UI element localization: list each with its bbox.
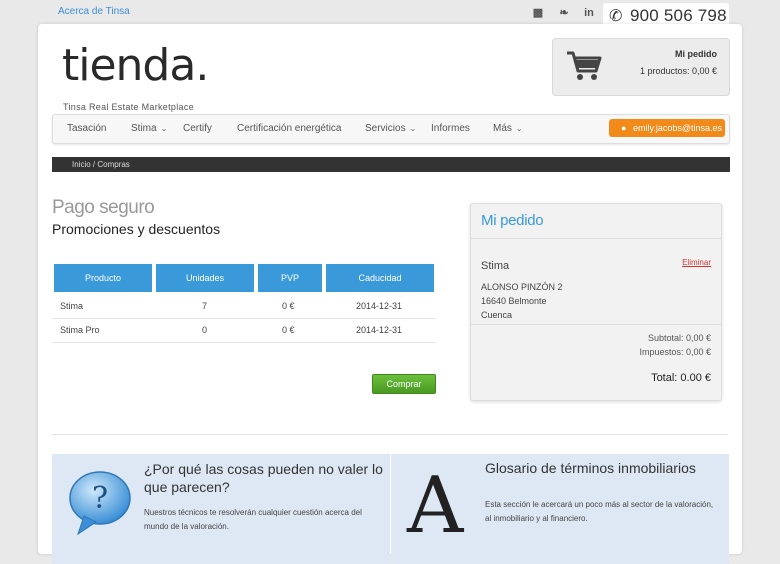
linkedin-icon[interactable]: in: [581, 6, 597, 20]
phone-number: 900 506 798: [630, 6, 727, 25]
order-product-name: Stima: [481, 260, 510, 272]
glossary-letter-icon: A: [407, 461, 464, 551]
chevron-down-icon: ⌄: [409, 124, 417, 133]
nav-servicios[interactable]: Servicios ⌄: [365, 123, 416, 134]
user-icon: ●: [621, 123, 627, 133]
divider: [471, 238, 721, 239]
nav-stima[interactable]: Stima ⌄: [131, 123, 167, 134]
address-line: ALONSO PINZÓN 2: [481, 282, 563, 292]
address-line: 16640 Belmonte: [481, 296, 547, 306]
svg-text:?: ?: [92, 481, 108, 516]
cell-producto: Stima Pro: [60, 325, 100, 335]
glossary-title: Glosario de términos inmobiliarios: [485, 460, 696, 476]
about-tinsa-link[interactable]: Acerca de Tinsa: [58, 6, 130, 17]
divider: [52, 434, 728, 435]
logo-word: tienda.: [62, 40, 209, 91]
nav-certify[interactable]: Certify: [183, 123, 212, 134]
address-line: Cuenca: [481, 310, 513, 320]
nav-certificacion-energetica[interactable]: Certificación energética: [237, 123, 342, 134]
faq-title: ¿Por qué las cosas pueden no valer lo qu…: [144, 461, 383, 495]
order-subtotal: Subtotal: 0,00 €: [647, 333, 711, 343]
order-address: ALONSO PINZÓN 2 16640 Belmonte Cuenca: [481, 280, 563, 322]
top-bar: Acerca de Tinsa ▩ ❧ in ✆ 900 506 798: [0, 0, 780, 27]
cell-producto: Stima: [60, 301, 84, 311]
column-header-producto: Producto: [54, 264, 152, 292]
twitter-icon[interactable]: ❧: [556, 6, 572, 20]
column-header-caducidad: Caducidad: [326, 264, 434, 292]
main-navbar: Tasación Stima ⌄ Certify Certificación en…: [52, 114, 730, 144]
breadcrumb-text: Inicio / Compras: [72, 160, 130, 169]
table-row: Stima Pro 0 0 € 2014-12-31: [52, 318, 436, 343]
page-container: tienda. Tinsa Real Estate Marketplace Mi…: [38, 24, 742, 564]
cart-count: 1 productos: 0,00 €: [639, 66, 717, 76]
cell-unidades: 0: [202, 325, 208, 335]
chevron-down-icon: ⌄: [160, 124, 168, 133]
section-subtitle: Promociones y descuentos: [52, 221, 221, 237]
question-bubble-icon: ?: [69, 471, 131, 536]
shopping-cart-icon: [567, 51, 602, 80]
order-taxes: Impuestos: 0,00 €: [639, 347, 711, 357]
breadcrumb: Inicio / Compras: [52, 157, 730, 172]
cart-title: Mi pedido: [675, 49, 717, 59]
order-total: Total: 0.00 €: [651, 372, 711, 384]
cell-pvp: 0 €: [282, 301, 295, 311]
page-title: Pago seguro: [52, 197, 155, 218]
glossary-banner[interactable]: A Glosario de términos inmobiliarios Est…: [391, 454, 729, 564]
column-header-pvp: PVP: [258, 264, 322, 292]
column-header-unidades: Unidades: [156, 264, 254, 292]
remove-product-link[interactable]: Eliminar: [682, 258, 711, 267]
divider: [471, 324, 721, 325]
table-row: Stima 7 0 € 2014-12-31: [52, 294, 436, 319]
chevron-down-icon: ⌄: [515, 124, 523, 133]
cell-unidades: 7: [202, 301, 208, 311]
chat-icon[interactable]: ▩: [530, 6, 546, 20]
cell-pvp: 0 €: [282, 325, 295, 335]
tienda-logo[interactable]: tienda. Tinsa Real Estate Marketplace: [62, 40, 222, 112]
nav-mas[interactable]: Más ⌄: [493, 123, 523, 134]
cell-caducidad: 2014-12-31: [356, 301, 403, 311]
faq-banner[interactable]: ? ¿Por qué las cosas pueden no valer lo …: [52, 454, 390, 564]
glossary-text: Esta sección le acercará un poco más al …: [485, 500, 714, 523]
buy-button[interactable]: Comprar: [372, 374, 436, 394]
cell-caducidad: 2014-12-31: [356, 325, 403, 335]
user-email: emily.jacobs@tinsa.es: [633, 123, 723, 133]
phone-icon: ✆: [609, 8, 623, 25]
order-panel: Mi pedido Stima Eliminar ALONSO PINZÓN 2…: [470, 203, 722, 401]
user-account-button[interactable]: ● emily.jacobs@tinsa.es: [609, 119, 725, 137]
logo-tagline: Tinsa Real Estate Marketplace: [63, 102, 194, 112]
faq-text: Nuestros técnicos te resolverán cualquie…: [144, 508, 362, 531]
nav-tasacion[interactable]: Tasación: [67, 123, 106, 134]
order-title: Mi pedido: [481, 212, 544, 229]
cart-summary[interactable]: Mi pedido 1 productos: 0,00 €: [552, 38, 730, 96]
nav-informes[interactable]: Informes: [431, 123, 470, 134]
